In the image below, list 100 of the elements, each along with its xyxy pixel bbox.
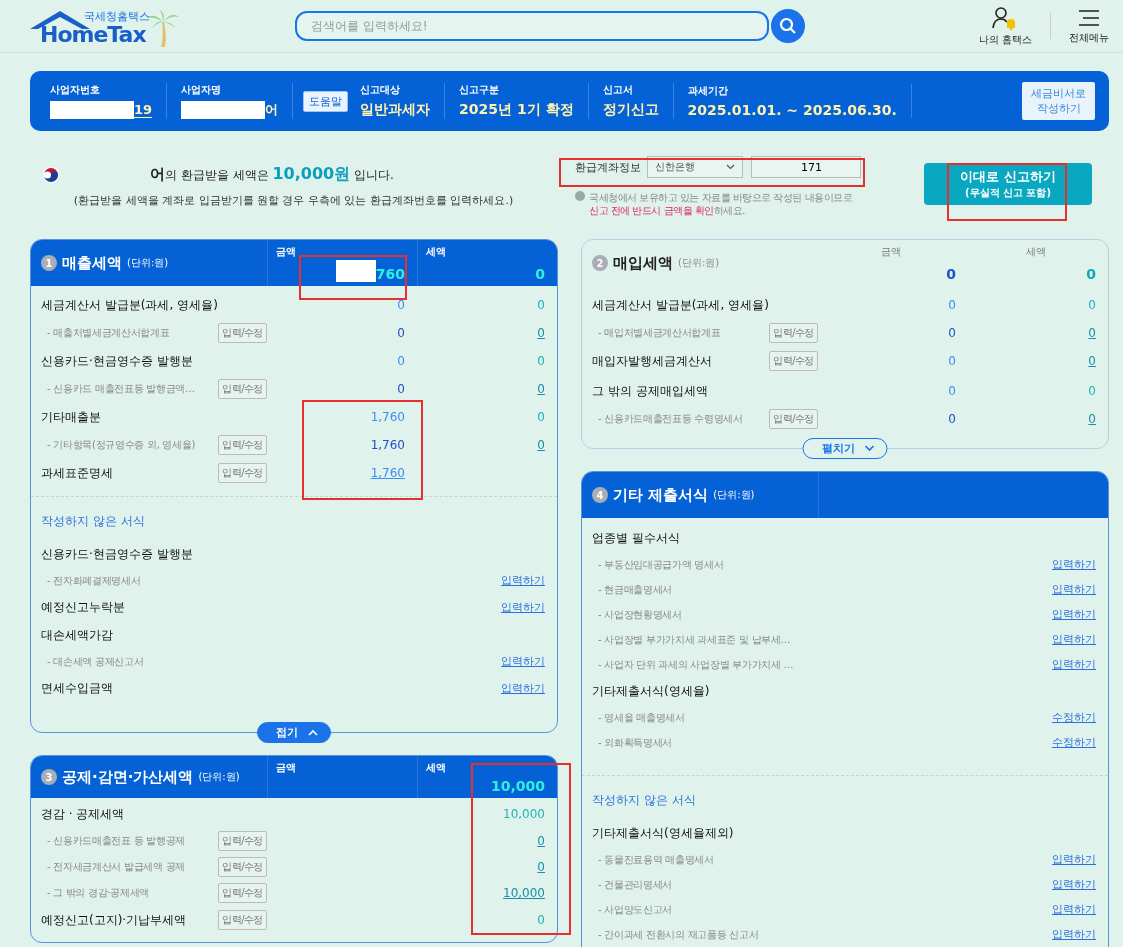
form-link[interactable]: 입력하기	[1052, 657, 1096, 672]
unit-label: (단위:원)	[678, 256, 720, 270]
tax-value: 10,000	[503, 807, 545, 821]
edit-button[interactable]: 입력/수정	[218, 857, 267, 877]
form-label: - 영세율 매출명세서	[597, 710, 685, 725]
unit-label: (단위:원)	[713, 488, 755, 502]
amount-value: 0	[948, 354, 956, 368]
tax-link[interactable]: 0	[1088, 412, 1096, 426]
edit-button[interactable]: 입력/수정	[218, 379, 267, 399]
field-label: 사업자명	[181, 83, 223, 97]
section-title: 작성하지 않은 서식	[591, 792, 697, 809]
edit-button[interactable]: 입력/수정	[218, 831, 267, 851]
edit-button[interactable]: 입력/수정	[218, 910, 267, 930]
account-field[interactable]: 171	[751, 156, 861, 178]
menu-icon	[1078, 7, 1100, 28]
amount-value: 0	[397, 382, 405, 396]
tax-value: 0	[1088, 384, 1096, 398]
column-heading: 세액	[426, 761, 447, 775]
form-link[interactable]: 수정하기	[1052, 710, 1096, 725]
edit-button[interactable]: 입력/수정	[769, 351, 818, 371]
form-label: - 부동산임대공급가액 명세서	[597, 557, 724, 572]
header-link[interactable]: 나의 홈택스	[978, 5, 1032, 47]
form-link[interactable]: 입력하기	[1052, 902, 1096, 917]
field-value: 2025년 1기 확정	[459, 101, 574, 119]
form-link[interactable]: 입력하기	[1052, 877, 1096, 892]
amount-value: 1,760	[370, 438, 405, 452]
help-button[interactable]: 도움말	[303, 90, 349, 112]
edit-button[interactable]: 입력/수정	[769, 409, 818, 429]
field-value: 일반과세자	[360, 101, 431, 119]
amount-value: 0	[948, 298, 956, 312]
tax-link[interactable]: 0	[537, 834, 545, 848]
amount-value: 0	[397, 354, 405, 368]
tax-link[interactable]: 0	[537, 860, 545, 874]
edit-button[interactable]: 입력/수정	[218, 435, 267, 455]
edit-button[interactable]: 입력/수정	[769, 323, 818, 343]
refund-hint: (환급받을 세액을 계좌로 입금받기를 원할 경우 우측에 있는 환급계좌번호를 입력하세요.)	[73, 193, 514, 208]
info-icon	[575, 191, 585, 201]
field-value: 2025.01.01. ~ 2025.06.30.	[687, 102, 897, 118]
search-button[interactable]	[771, 9, 805, 43]
row-label: 기타매출분	[41, 408, 101, 426]
field-label: 과세기간	[687, 84, 729, 98]
form-label: - 전자화폐결제명세서	[46, 573, 141, 588]
chevron-down-icon	[864, 445, 875, 452]
amount-value: 1,760	[370, 410, 405, 424]
form-label: 대손세액가감	[41, 626, 113, 644]
tax-link[interactable]: 0	[537, 438, 545, 452]
column-heading: 세액	[1026, 245, 1046, 259]
edit-button[interactable]: 입력/수정	[218, 323, 267, 343]
refund-message: 어 의 환급받을 세액은 10,000원 입니다.	[150, 164, 394, 185]
toggle-button[interactable]: 펼치기	[802, 438, 888, 459]
toggle-button[interactable]: 접기	[257, 722, 331, 743]
form-label: 업종별 필수서식	[592, 529, 680, 547]
edit-button[interactable]: 입력/수정	[218, 463, 267, 483]
amount-link[interactable]: 1,760	[370, 466, 405, 480]
form-label: - 간이과세 전환시의 재고품등 신고서	[597, 927, 759, 942]
field-label: 신고서	[602, 83, 634, 97]
row-label: 그 밖의 공제매입세액	[592, 382, 708, 400]
form-link[interactable]: 입력하기	[1052, 632, 1096, 647]
bank-select[interactable]: 신한은행	[647, 156, 743, 178]
form-link[interactable]: 입력하기	[1052, 557, 1096, 572]
row-label: - 전자세금계산서 발급세액 공제	[46, 860, 186, 874]
search-field[interactable]: 검색어를 입력하세요!	[295, 11, 769, 41]
form-link[interactable]: 입력하기	[1052, 582, 1096, 597]
tax-link[interactable]: 0	[537, 326, 545, 340]
row-label: - 매입처별세금계산서합계표	[597, 326, 721, 340]
tax-link[interactable]: 0	[1088, 326, 1096, 340]
tax-link[interactable]: 10,000	[503, 886, 545, 900]
field-label: 사업자번호	[50, 83, 101, 97]
tax-link[interactable]: 0	[537, 382, 545, 396]
column-heading: 금액	[276, 245, 297, 259]
form-link[interactable]: 입력하기	[501, 680, 545, 696]
panel-title: 공제·감면·가산세액	[62, 767, 194, 787]
section-title: 작성하지 않은 서식	[40, 513, 146, 530]
form-label: - 현금매출명세서	[597, 582, 673, 597]
form-label: - 대손세액 공제신고서	[46, 654, 144, 669]
submit-button[interactable]: 이대로 신고하기 (무실적 신고 포함)	[924, 163, 1092, 205]
row-label: 과세표준명세	[41, 464, 113, 482]
form-link[interactable]: 수정하기	[1052, 735, 1096, 750]
edit-button[interactable]: 입력/수정	[218, 883, 267, 903]
amount-value: 0	[948, 412, 956, 426]
field-value: 어	[265, 101, 279, 119]
chevron-up-icon	[308, 729, 318, 736]
form-label: - 사업양도신고서	[597, 902, 673, 917]
form-label: - 사업장현황명세서	[597, 607, 682, 622]
amount-value: 0	[397, 298, 405, 312]
form-link[interactable]: 입력하기	[501, 573, 545, 588]
form-link[interactable]: 입력하기	[1052, 852, 1096, 867]
header-link[interactable]: 전체메뉴	[1069, 7, 1109, 45]
tax-assistant-button[interactable]: 세금비서로 작성하기	[1022, 82, 1095, 120]
form-link[interactable]: 입력하기	[501, 599, 545, 615]
form-label: - 사업자 단위 과세의 사업장별 부가가치세 …	[597, 657, 794, 672]
tax-total: 0	[534, 266, 545, 282]
form-link[interactable]: 입력하기	[1052, 927, 1096, 942]
tax-link[interactable]: 0	[1088, 354, 1096, 368]
logo-text[interactable]: HomeTax	[40, 22, 146, 47]
form-label: - 건물관리명세서	[597, 877, 673, 892]
form-label: 기타제출서식(영세율제외)	[592, 824, 734, 842]
form-link[interactable]: 입력하기	[1052, 607, 1096, 622]
form-link[interactable]: 입력하기	[501, 654, 545, 669]
column-heading: 금액	[881, 245, 901, 259]
